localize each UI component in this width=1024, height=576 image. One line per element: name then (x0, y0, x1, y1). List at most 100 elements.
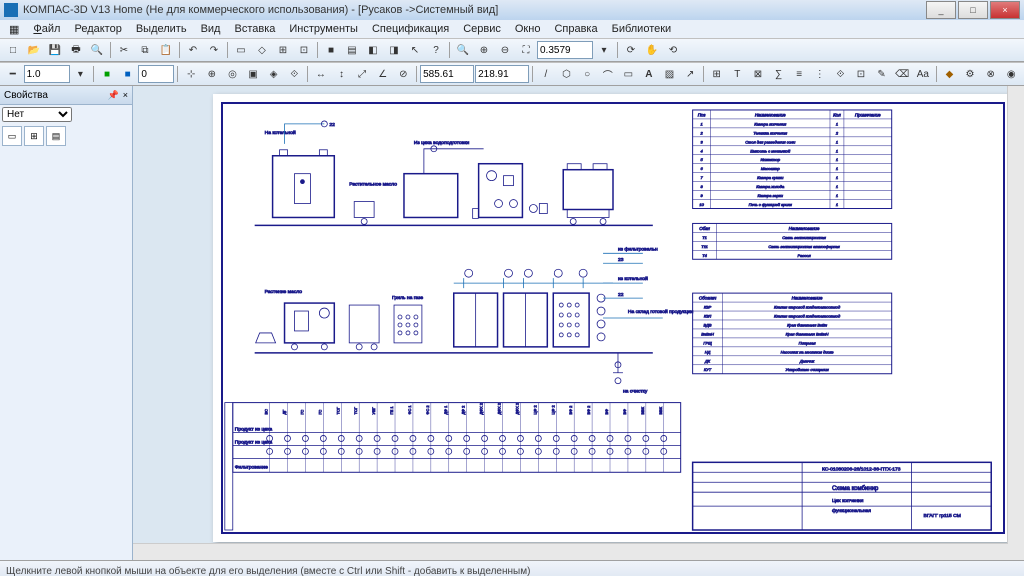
menu-help[interactable]: Справка (549, 22, 602, 36)
cut-button[interactable]: ✂ (114, 40, 134, 60)
tool-a[interactable]: ▭ (231, 40, 251, 60)
dim-a[interactable]: ↔ (311, 64, 331, 84)
redo-button[interactable]: ↷ (204, 40, 224, 60)
hatch-tool[interactable]: ▨ (660, 64, 680, 84)
mod-b[interactable]: T (728, 64, 748, 84)
geom-d[interactable]: ⌒ (598, 64, 618, 84)
mod-h[interactable]: ⊡ (851, 64, 871, 84)
save-button[interactable]: 💾 (45, 40, 65, 60)
zoom-fit-button[interactable]: ⛶ (516, 40, 536, 60)
tool-e[interactable]: ■ (321, 40, 341, 60)
zoom-input[interactable] (537, 41, 593, 59)
close-button[interactable]: × (990, 1, 1020, 19)
zoom-window-button[interactable]: 🔍 (453, 40, 473, 60)
properties-combo[interactable]: Нет (2, 107, 72, 122)
snap-a[interactable]: ⊹ (181, 64, 201, 84)
color-icon[interactable]: ■ (97, 64, 117, 84)
prop-tab-2[interactable]: ⊞ (24, 126, 44, 146)
geom-b[interactable]: ⬡ (557, 64, 577, 84)
mod-k[interactable]: Aa (913, 64, 933, 84)
dim-e[interactable]: ⊘ (393, 64, 413, 84)
vertical-scrollbar[interactable] (1007, 86, 1024, 560)
new-button[interactable]: □ (3, 40, 23, 60)
menu-select[interactable]: Выделить (131, 22, 192, 36)
tool-g[interactable]: ◧ (363, 40, 383, 60)
drop-icon[interactable]: ▾ (71, 64, 91, 84)
svg-text:Стол для разведения соли: Стол для разведения соли (745, 139, 796, 144)
line-style-icon[interactable]: ━ (3, 64, 23, 84)
tool-b[interactable]: ◇ (252, 40, 272, 60)
menu-lib[interactable]: Библиотеки (607, 22, 677, 36)
mod-e[interactable]: ≡ (789, 64, 809, 84)
tool-f[interactable]: ▤ (342, 40, 362, 60)
tool-c[interactable]: ⊞ (273, 40, 293, 60)
ex-b[interactable]: ⚙ (960, 64, 980, 84)
dim-d[interactable]: ∠ (373, 64, 393, 84)
snap-e[interactable]: ◈ (264, 64, 284, 84)
snap-d[interactable]: ▣ (243, 64, 263, 84)
zoom-drop-icon[interactable]: ▾ (594, 40, 614, 60)
cursor-button[interactable]: ↖ (405, 40, 425, 60)
mod-g[interactable]: ⟐ (831, 64, 851, 84)
dim-c[interactable]: ⤢ (352, 64, 372, 84)
refresh-button[interactable]: ⟳ (621, 40, 641, 60)
menu-view[interactable]: Вид (196, 22, 226, 36)
app-menu-icon[interactable]: ▦ (4, 22, 24, 37)
maximize-button[interactable]: □ (958, 1, 988, 19)
mod-c[interactable]: ⊠ (748, 64, 768, 84)
mod-i[interactable]: ✎ (872, 64, 892, 84)
open-button[interactable]: 📂 (24, 40, 44, 60)
svg-text:2: 2 (835, 130, 839, 135)
snap-c[interactable]: ◎ (223, 64, 243, 84)
dim-b[interactable]: ↕ (332, 64, 352, 84)
tool-d[interactable]: ⊡ (294, 40, 314, 60)
pan-button[interactable]: ✋ (642, 40, 662, 60)
menu-editor[interactable]: Редактор (69, 22, 126, 36)
copy-button[interactable]: ⧉ (135, 40, 155, 60)
svg-text:5: 5 (700, 157, 703, 162)
color2-icon[interactable]: ■ (118, 64, 138, 84)
menu-insert[interactable]: Вставка (229, 22, 280, 36)
preview-button[interactable]: 🔍 (87, 40, 107, 60)
properties-close-icon[interactable]: × (123, 90, 128, 100)
coord-x-input[interactable] (420, 65, 474, 83)
auto-input[interactable] (138, 65, 174, 83)
zoom-out-button[interactable]: ⊖ (495, 40, 515, 60)
leader-tool[interactable]: ↗ (680, 64, 700, 84)
geom-e[interactable]: ▭ (619, 64, 639, 84)
geom-c[interactable]: ○ (577, 64, 597, 84)
menu-window[interactable]: Окно (510, 22, 546, 36)
snap-b[interactable]: ⊕ (202, 64, 222, 84)
menu-service[interactable]: Сервис (458, 22, 506, 36)
minimize-button[interactable]: _ (926, 1, 956, 19)
ex-a[interactable]: ◆ (940, 64, 960, 84)
lineweight-input[interactable] (24, 65, 70, 83)
tool-h[interactable]: ◨ (384, 40, 404, 60)
mod-f[interactable]: ⋮ (810, 64, 830, 84)
zoom-in-button[interactable]: ⊕ (474, 40, 494, 60)
paste-button[interactable]: 📋 (156, 40, 176, 60)
label-l13: Фильтрование (235, 464, 268, 470)
help-cursor-button[interactable]: ? (426, 40, 446, 60)
prop-tab-3[interactable]: ▤ (46, 126, 66, 146)
print-button[interactable]: 🖶 (66, 40, 86, 60)
mod-j[interactable]: ⌫ (892, 64, 912, 84)
rebuild-button[interactable]: ⟲ (663, 40, 683, 60)
properties-pin-icon[interactable]: 📌 (108, 90, 119, 101)
mod-a[interactable]: ⊞ (707, 64, 727, 84)
horizontal-scrollbar[interactable] (133, 543, 1008, 560)
menu-spec[interactable]: Спецификация (367, 22, 454, 36)
ex-d[interactable]: ◉ (1001, 64, 1021, 84)
prop-tab-1[interactable]: ▭ (2, 126, 22, 146)
canvas-area[interactable]: На котельной 22 Растительное масло Из це… (133, 86, 1024, 560)
ex-c[interactable]: ⊗ (981, 64, 1001, 84)
geom-a[interactable]: / (536, 64, 556, 84)
menu-file[interactable]: Файл (28, 22, 65, 36)
snap-f[interactable]: ⟐ (284, 64, 304, 84)
text-tool[interactable]: А (639, 64, 659, 84)
menu-tools[interactable]: Инструменты (284, 22, 363, 36)
coord-y-input[interactable] (475, 65, 529, 83)
mod-d[interactable]: ∑ (769, 64, 789, 84)
app-icon (4, 3, 18, 17)
undo-button[interactable]: ↶ (183, 40, 203, 60)
